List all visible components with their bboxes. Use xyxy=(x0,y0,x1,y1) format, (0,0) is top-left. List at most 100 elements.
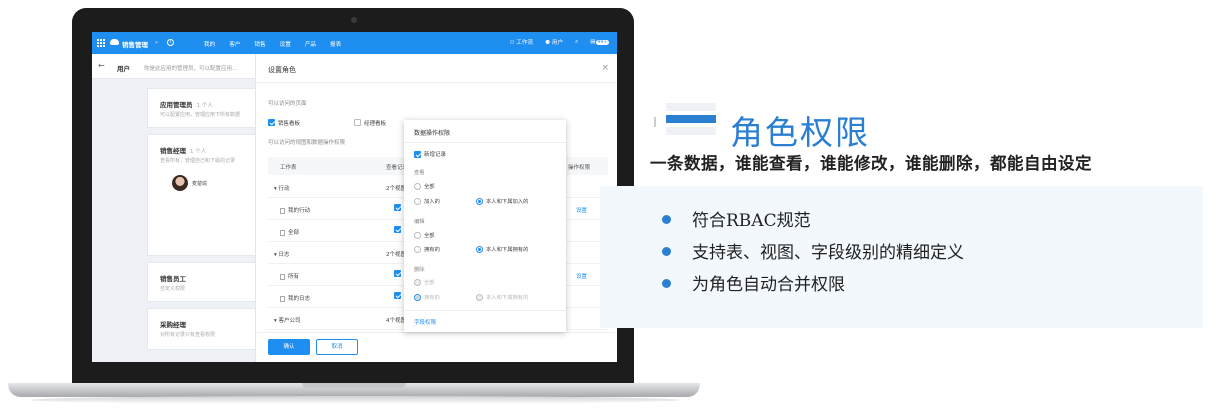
radio[interactable] xyxy=(414,279,421,286)
search-icon[interactable]: ⌕ xyxy=(575,39,578,46)
checkbox[interactable] xyxy=(354,119,361,126)
camera-dot xyxy=(351,17,357,23)
col-op-permissions: 操作权限 xyxy=(568,165,591,171)
workflow-icon: ⚇ xyxy=(509,40,515,46)
document-icon xyxy=(280,229,285,236)
radio[interactable] xyxy=(414,294,421,301)
pages-label: 可以访问的页面 xyxy=(268,101,307,107)
edit-owned-option[interactable]: 拥有的 xyxy=(414,245,440,253)
edit-section-label: 编辑 xyxy=(414,219,425,225)
users-nav-label: 用户 xyxy=(551,40,564,46)
view-self-sub-option[interactable]: 本人和下属加入的 xyxy=(476,197,528,205)
option-label: 全部 xyxy=(424,233,435,239)
workflow-label: 工作流 xyxy=(516,40,534,46)
checkbox[interactable] xyxy=(394,292,401,299)
popup-divider xyxy=(404,142,566,143)
view-name: 我的行动 xyxy=(288,208,311,214)
feature-heading: 角色权限 xyxy=(730,113,870,152)
field-permissions-link[interactable]: 字段权限 xyxy=(414,318,436,326)
confirm-button[interactable]: 确认 xyxy=(268,339,310,355)
role-desc: 查看所有，管理自己和下属的记录 xyxy=(160,158,236,164)
apps-grid-icon[interactable] xyxy=(97,39,105,47)
role-list-icon xyxy=(652,101,718,139)
bullet-dot-icon xyxy=(662,279,671,288)
sheet-group-name: ▾ 客户公司 xyxy=(274,318,301,324)
bullet-text: 支持表、视图、字段级别的精细定义 xyxy=(692,243,964,263)
new-record-label: 新增记录 xyxy=(424,152,447,158)
view-all-option[interactable]: 全部 xyxy=(414,182,435,190)
nav-item-mine[interactable]: 我的 xyxy=(204,40,215,48)
edit-self-sub-option[interactable]: 本人和下属拥有的 xyxy=(476,245,528,253)
view-name-cell: 我的行动 xyxy=(280,206,310,214)
data-permissions-popup: 数据操作权限 新增记录 查看 全部 加入的 本人和下属加入的 编辑 全部 拥有的… xyxy=(404,120,566,332)
delete-self-sub-option[interactable]: 本人和下属拥有的 xyxy=(476,293,528,301)
option-label: 拥有的 xyxy=(424,295,440,301)
delete-owned-option[interactable]: 拥有的 xyxy=(414,293,440,301)
checkbox[interactable] xyxy=(414,150,421,158)
app-topbar: 销售管理 ⌄ i 我的 客户 销售 设置 产品 报表 ⚇ 工作流 ⚉ 用户 ⌕ … xyxy=(92,32,617,54)
info-icon[interactable]: i xyxy=(167,39,174,46)
document-icon xyxy=(280,273,285,280)
delete-section-label: 删除 xyxy=(414,267,425,273)
popup-title: 数据操作权限 xyxy=(414,130,451,137)
radio[interactable] xyxy=(414,183,421,190)
edit-all-option[interactable]: 全部 xyxy=(414,231,435,239)
views-label: 可以访问的视图和数据操作权限 xyxy=(268,140,346,146)
page-option-sales-board[interactable]: 销售看板 xyxy=(268,112,300,131)
app-title[interactable]: 销售管理 xyxy=(122,39,148,49)
cancel-button[interactable]: 取消 xyxy=(316,339,358,355)
view-count: 4个视图 xyxy=(386,318,406,324)
checkbox[interactable] xyxy=(394,270,401,277)
radio[interactable] xyxy=(414,246,421,253)
radio[interactable] xyxy=(476,294,483,301)
radio[interactable] xyxy=(476,198,483,205)
checkbox[interactable] xyxy=(268,119,275,126)
sheet-group-name: ▾ 日志 xyxy=(274,252,290,258)
dialog-title: 设置角色 xyxy=(268,66,296,74)
view-count: 2个视图 xyxy=(386,252,406,258)
bullet-text: 符合RBAC规范 xyxy=(692,211,811,231)
nav-item-reports[interactable]: 报表 xyxy=(330,40,341,48)
role-count: 1 个人 xyxy=(196,103,213,109)
list-item: 为角色自动合并权限 xyxy=(662,270,964,302)
back-arrow-icon[interactable]: ← xyxy=(98,61,105,70)
top-right-nav: ⚇ 工作流 ⚉ 用户 ⌕ ▤ 99+ xyxy=(509,38,609,46)
view-count: 2个视图 xyxy=(386,186,406,192)
page-option-manager-board[interactable]: 经理看板 xyxy=(354,112,386,131)
checkbox[interactable] xyxy=(394,204,401,211)
nav-item-products[interactable]: 产品 xyxy=(305,40,316,48)
option-label: 本人和下属加入的 xyxy=(486,199,529,205)
bullet-dot-icon xyxy=(662,247,671,256)
radio[interactable] xyxy=(414,198,421,205)
workflow-link[interactable]: ⚇ 工作流 xyxy=(509,38,533,46)
delete-all-option[interactable]: 全部 xyxy=(414,278,435,286)
notifications-button[interactable]: ▤ 99+ xyxy=(590,39,609,45)
notification-badge: 99+ xyxy=(595,40,609,45)
page-option-label: 经理看板 xyxy=(364,120,387,127)
view-name-cell: 全部 xyxy=(280,228,299,236)
radio[interactable] xyxy=(414,232,421,239)
close-icon[interactable]: × xyxy=(601,63,609,73)
checkbox[interactable] xyxy=(394,226,401,233)
option-label: 拥有的 xyxy=(424,247,440,253)
role-name: 应用管理员 1 个人 xyxy=(160,101,213,109)
settings-link[interactable]: 设置 xyxy=(576,272,587,280)
view-joined-option[interactable]: 加入的 xyxy=(414,197,440,205)
bullet-dot-icon xyxy=(662,215,671,224)
chevron-down-icon[interactable]: ⌄ xyxy=(154,38,159,45)
role-name: 销售员工 xyxy=(160,275,186,283)
nav-item-customers[interactable]: 客户 xyxy=(229,40,240,48)
feature-bullets: 符合RBAC规范 支持表、视图、字段级别的精细定义 为角色自动合并权限 xyxy=(662,206,964,302)
nav-item-sales[interactable]: 销售 xyxy=(254,40,265,48)
view-name-cell: 所有 xyxy=(280,272,299,280)
settings-link[interactable]: 设置 xyxy=(576,206,587,214)
users-link[interactable]: ⚉ 用户 xyxy=(545,38,563,46)
nav-item-settings[interactable]: 设置 xyxy=(280,40,291,48)
view-name: 我的日志 xyxy=(288,296,311,302)
list-item: 支持表、视图、字段级别的精细定义 xyxy=(662,238,964,270)
page-description: 你是此应用的管理员，可以配置应用... xyxy=(144,66,238,72)
new-record-option[interactable]: 新增记录 xyxy=(414,150,446,158)
view-name-cell: 我的日志 xyxy=(280,294,310,302)
radio[interactable] xyxy=(476,246,483,253)
feature-subheading: 一条数据，谁能查看，谁能修改，谁能删除，都能自由设定 xyxy=(650,154,1092,173)
